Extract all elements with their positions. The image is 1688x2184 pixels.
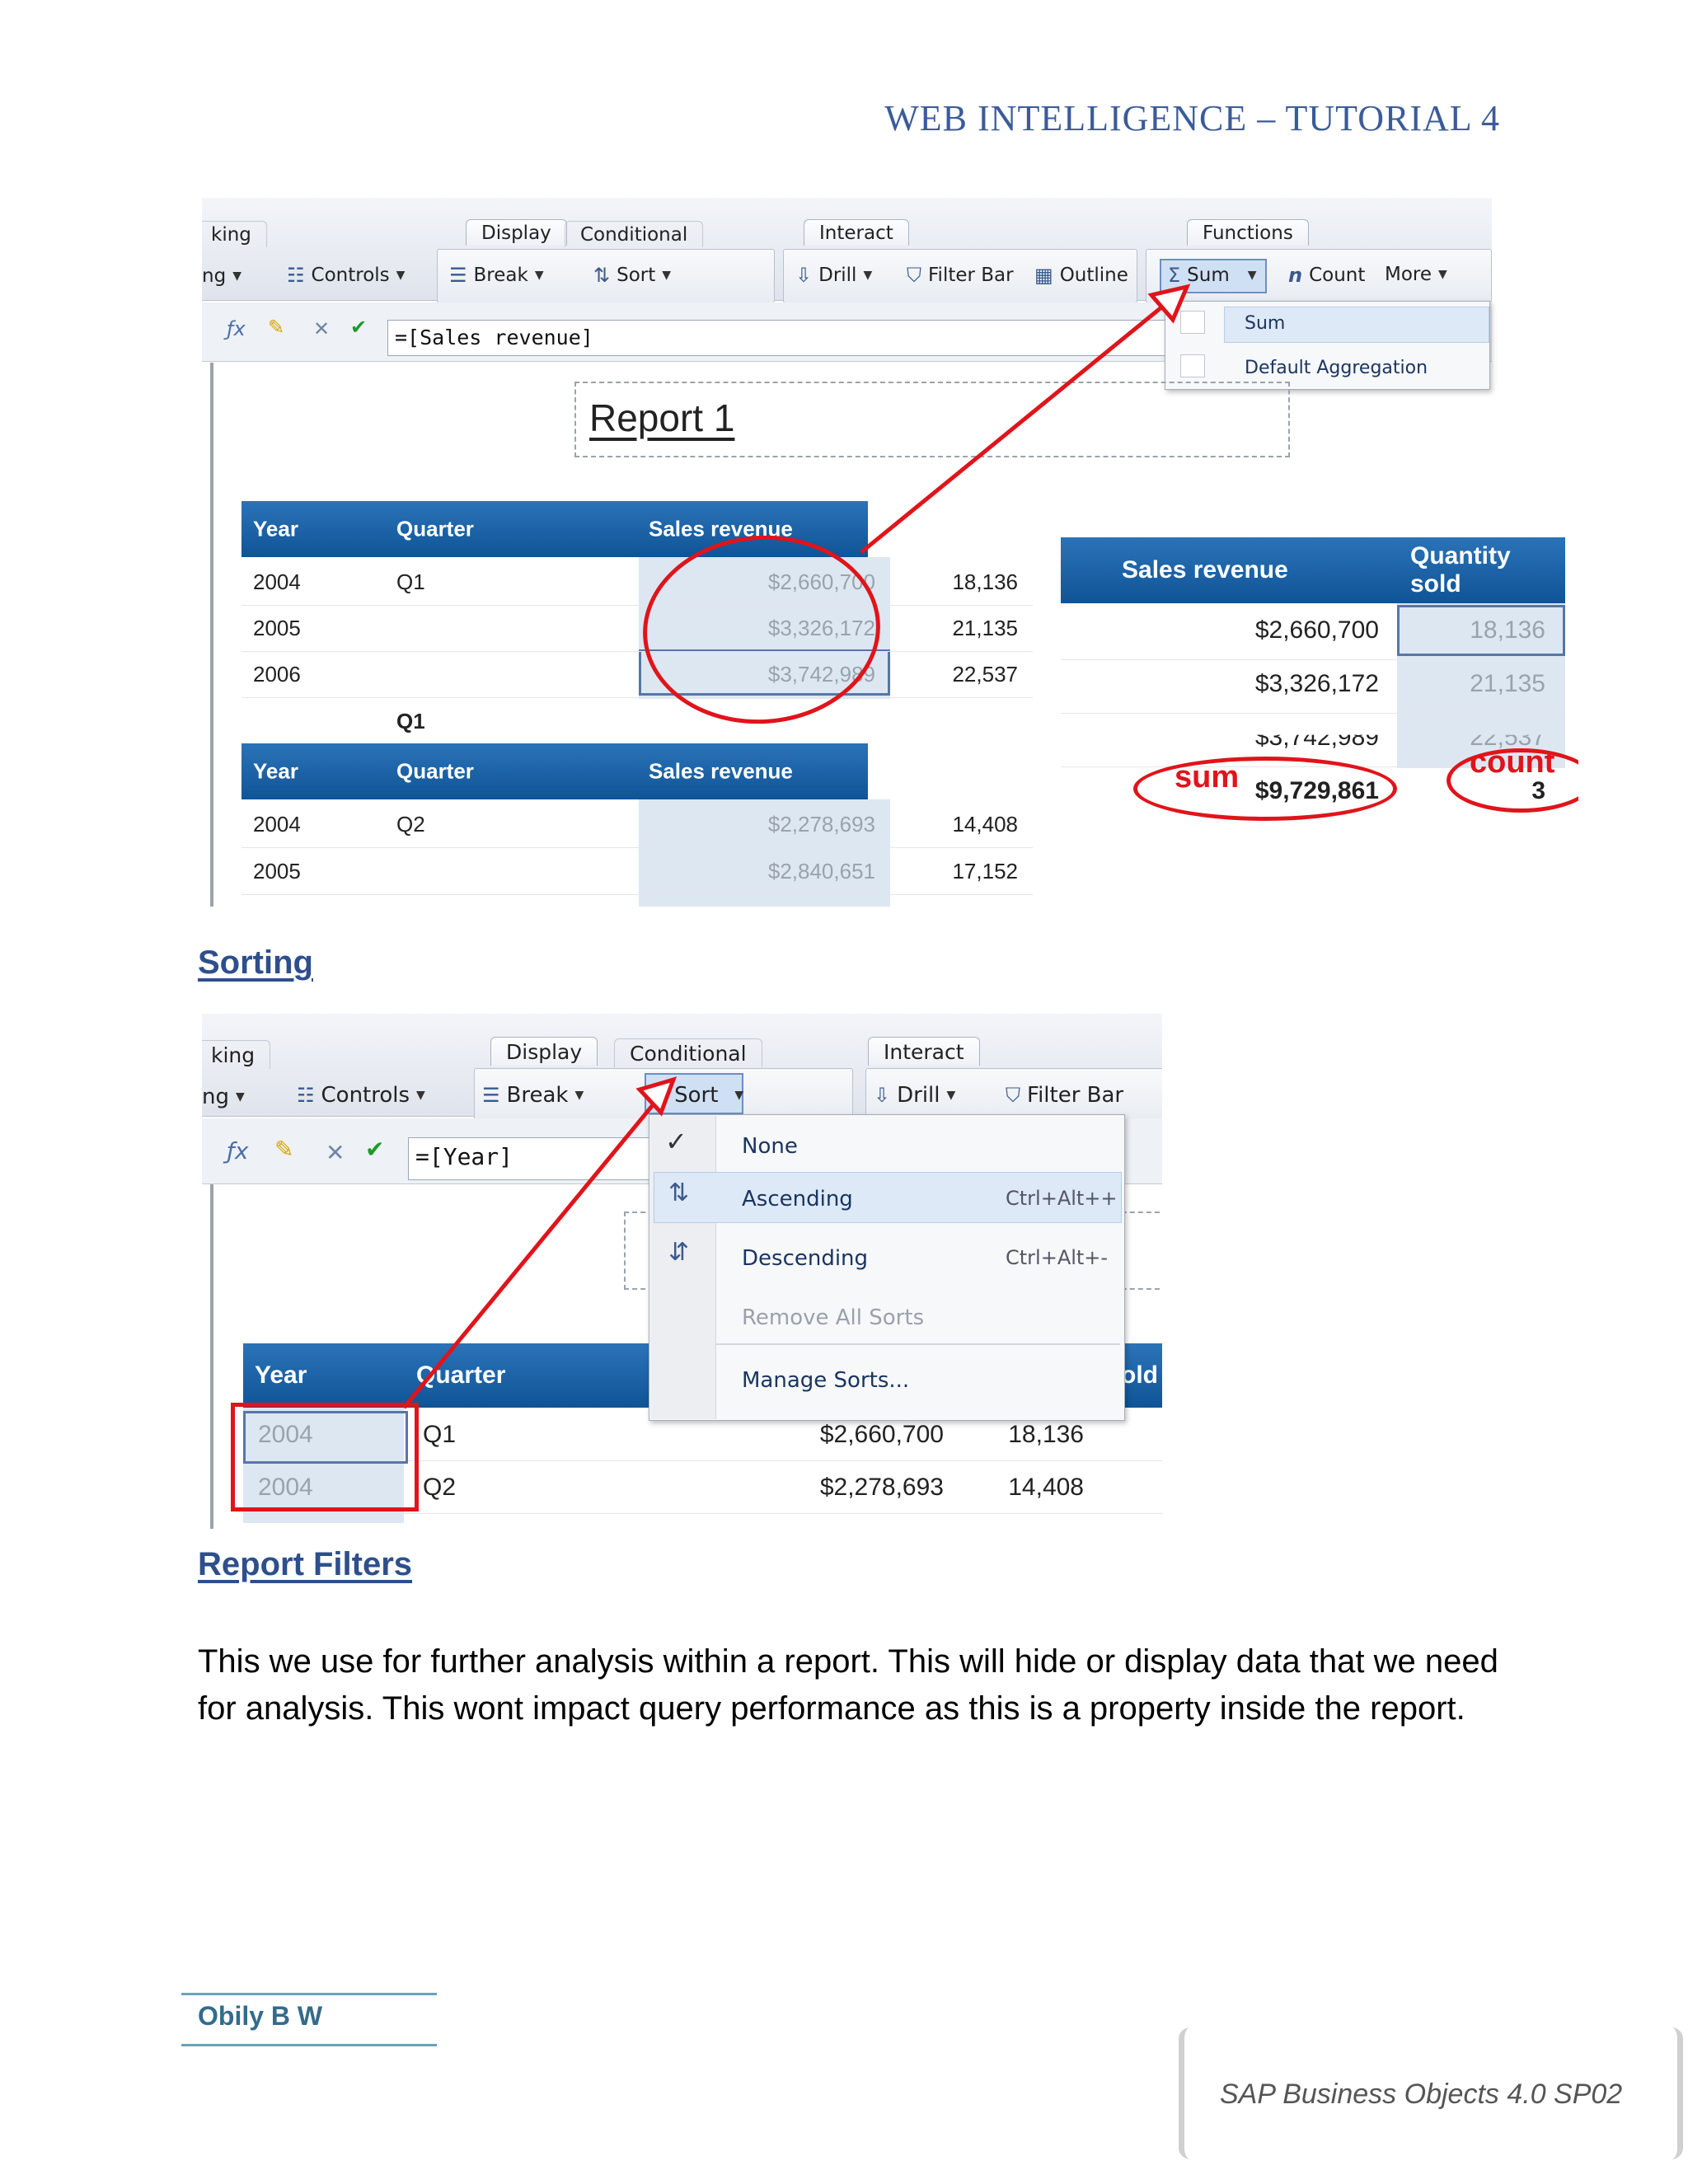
arrow-to-sort-icon bbox=[402, 1076, 678, 1409]
arrow-to-sum-icon bbox=[860, 284, 1191, 554]
screenshot-sorting: king Display Conditional Interact ng ▼ ☷ C… bbox=[202, 1014, 1162, 1529]
report-filters-paragraph: This we use for further analysis within … bbox=[198, 1643, 1498, 1727]
report-filters-heading: Report Filters bbox=[198, 1546, 413, 1582]
author-name: Obily B W bbox=[198, 2001, 323, 2031]
document-title: WEB INTELLIGENCE – TUTORIAL 4 bbox=[884, 98, 1500, 138]
product-version: SAP Business Objects 4.0 SP02 bbox=[1220, 2079, 1623, 2110]
author-top-rule bbox=[181, 1993, 437, 1995]
sorting-heading: Sorting bbox=[198, 944, 313, 981]
author-bottom-rule bbox=[181, 2044, 437, 2046]
screenshot-aggregation: king Display Conditional Interact Functi… bbox=[202, 198, 1578, 907]
